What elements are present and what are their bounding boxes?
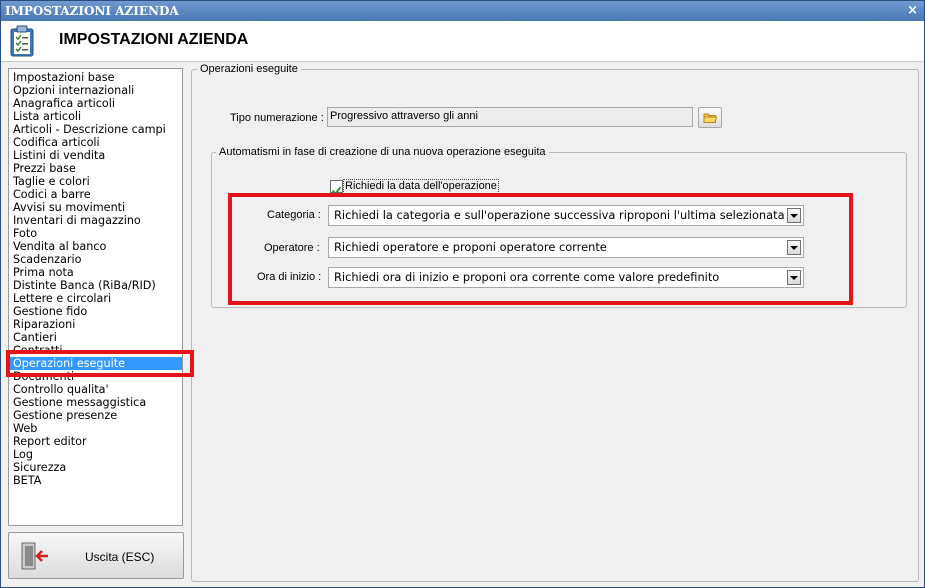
- operatore-value: Richiedi operatore e proponi operatore c…: [334, 240, 607, 254]
- title-bar: IMPOSTAZIONI AZIENDA ×: [1, 1, 924, 21]
- settings-window: IMPOSTAZIONI AZIENDA × IMPOSTAZIONI AZIE…: [0, 0, 925, 588]
- numbering-browse-button[interactable]: [698, 107, 722, 128]
- nav-item[interactable]: Articoli - Descrizione campi: [9, 123, 182, 136]
- clipboard-checklist-icon: [10, 25, 34, 57]
- nav-item[interactable]: Prima nota: [9, 266, 182, 279]
- numbering-label: Tipo numerazione :: [230, 112, 324, 124]
- exit-door-icon: [21, 542, 48, 570]
- nav-item[interactable]: Gestione messaggistica: [9, 396, 182, 409]
- nav-item[interactable]: Vendita al banco: [9, 240, 182, 253]
- nav-item[interactable]: Gestione presenze: [9, 409, 182, 422]
- exit-button-label: Uscita (ESC): [85, 550, 155, 564]
- nav-item[interactable]: Riparazioni: [9, 318, 182, 331]
- nav-item[interactable]: Prezzi base: [9, 162, 182, 175]
- categoria-value: Richiedi la categoria e sull'operazione …: [334, 208, 785, 222]
- operatore-select[interactable]: Richiedi operatore e proponi operatore c…: [328, 237, 804, 258]
- settings-nav-list[interactable]: Impostazioni base Opzioni internazionali A…: [8, 68, 183, 526]
- nav-item[interactable]: Scadenzario: [9, 253, 182, 266]
- nav-item[interactable]: Log: [9, 448, 182, 461]
- ora-inizio-value: Richiedi ora di inizio e proponi ora cor…: [334, 270, 720, 284]
- folder-icon: [703, 113, 718, 123]
- nav-item[interactable]: Codifica articoli: [9, 136, 182, 149]
- nav-item[interactable]: Listini di vendita: [9, 149, 182, 162]
- nav-item[interactable]: Lettere e circolari: [9, 292, 182, 305]
- header-bar: IMPOSTAZIONI AZIENDA: [1, 21, 924, 62]
- request-date-checkbox[interactable]: [330, 180, 343, 195]
- nav-item[interactable]: Avvisi su movimenti: [9, 201, 182, 214]
- nav-item[interactable]: Taglie e colori: [9, 175, 182, 188]
- nav-item[interactable]: Operazioni eseguite: [9, 357, 182, 370]
- nav-item[interactable]: Gestione fido: [9, 305, 182, 318]
- nav-item[interactable]: Impostazioni base: [9, 71, 182, 84]
- nav-item[interactable]: Report editor: [9, 435, 182, 448]
- nav-item[interactable]: Codici a barre: [9, 188, 182, 201]
- categoria-label: Categoria :: [267, 209, 321, 221]
- checkmark-icon: [331, 186, 342, 195]
- nav-item[interactable]: Sicurezza: [9, 461, 182, 474]
- close-icon[interactable]: ×: [907, 1, 918, 21]
- nav-item[interactable]: Opzioni internazionali: [9, 84, 182, 97]
- chevron-down-icon[interactable]: [787, 240, 801, 255]
- nav-item[interactable]: Web: [9, 422, 182, 435]
- nav-item[interactable]: Cantieri: [9, 331, 182, 344]
- nav-item[interactable]: Inventari di magazzino: [9, 214, 182, 227]
- nav-item[interactable]: Lista articoli: [9, 110, 182, 123]
- numbering-field: Progressivo attraverso gli anni: [327, 107, 693, 127]
- automations-group-title: Automatismi in fase di creazione di una …: [216, 146, 549, 158]
- nav-item[interactable]: Distinte Banca (RiBa/RID): [9, 279, 182, 292]
- operatore-label: Operatore :: [264, 242, 320, 254]
- chevron-down-icon[interactable]: [787, 270, 801, 285]
- nav-item[interactable]: Documenti: [9, 370, 182, 383]
- nav-item[interactable]: Anagrafica articoli: [9, 97, 182, 110]
- nav-item[interactable]: Contratti: [9, 344, 182, 357]
- nav-item[interactable]: BETA: [9, 474, 182, 487]
- nav-item[interactable]: Foto: [9, 227, 182, 240]
- nav-item[interactable]: Controllo qualita': [9, 383, 182, 396]
- request-date-label[interactable]: Richiedi la data dell'operazione: [343, 179, 499, 194]
- ora-inizio-label: Ora di inizio :: [257, 271, 322, 283]
- ora-inizio-select[interactable]: Richiedi ora di inizio e proponi ora cor…: [328, 267, 804, 288]
- panel-title: Operazioni eseguite: [197, 63, 301, 75]
- window-title: IMPOSTAZIONI AZIENDA: [5, 4, 179, 18]
- exit-button[interactable]: Uscita (ESC): [8, 532, 184, 579]
- categoria-select[interactable]: Richiedi la categoria e sull'operazione …: [328, 205, 804, 226]
- chevron-down-icon[interactable]: [787, 208, 801, 223]
- page-title: IMPOSTAZIONI AZIENDA: [59, 31, 249, 48]
